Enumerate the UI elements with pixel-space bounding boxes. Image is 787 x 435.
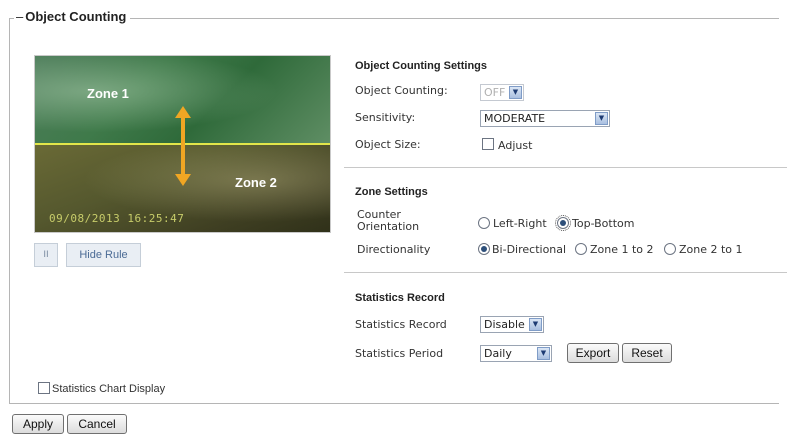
dir-zone-1-to-2-label: Zone 1 to 2 [590,243,654,256]
section-divider [344,272,787,273]
fieldset-title: Object Counting [25,9,127,24]
sensitivity-select[interactable]: MODERATE ▼ [480,110,610,127]
object-counting-value: OFF [484,86,506,99]
video-timestamp: 09/08/2013 16:25:47 [49,212,185,225]
zone-2-label: Zone 2 [235,175,277,190]
orientation-top-bottom-label: Top-Bottom [572,217,635,230]
directionality-label: Directionality [357,243,431,256]
chevron-down-icon: ▼ [509,86,522,99]
statistics-record-select[interactable]: Disable ▼ [480,316,544,333]
counter-orientation-label: Counter Orientation [357,209,419,233]
statistics-period-value: Daily [484,347,512,360]
pause-button[interactable]: II [34,243,58,267]
statistics-record-title: Statistics Record [355,292,445,304]
dir-bi-directional-label: Bi-Directional [492,243,567,256]
counter-orientation-line2: Orientation [357,220,420,233]
object-counting-label: Object Counting: [355,84,448,97]
direction-arrow-icon [175,106,191,186]
pause-icon: II [43,250,49,260]
adjust-label: Adjust [498,139,533,152]
zone-settings-title: Zone Settings [355,186,428,198]
legend-dash: – [16,9,24,24]
dir-bi-directional-radio[interactable] [478,243,490,255]
object-counting-select[interactable]: OFF ▼ [480,84,524,101]
statistics-record-label: Statistics Record [355,318,447,331]
cancel-button[interactable]: Cancel [67,414,127,434]
statistics-chart-display-checkbox[interactable] [38,382,50,394]
orientation-left-right-label: Left-Right [493,217,547,230]
sensitivity-value: MODERATE [484,112,546,125]
video-preview[interactable]: Zone 1 Zone 2 09/08/2013 16:25:47 [34,55,331,233]
apply-button[interactable]: Apply [12,414,64,434]
chevron-down-icon: ▼ [537,347,550,360]
chevron-down-icon: ▼ [529,318,542,331]
statistics-record-value: Disable [484,318,525,331]
statistics-period-select[interactable]: Daily ▼ [480,345,552,362]
object-counting-settings-title: Object Counting Settings [355,60,487,72]
statistics-chart-display-label: Statistics Chart Display [52,383,166,395]
section-divider [344,167,787,168]
export-button[interactable]: Export [567,343,619,363]
fieldset-legend: – Object Counting [14,9,131,24]
object-size-label: Object Size: [355,138,421,151]
zone-1-label: Zone 1 [87,86,129,101]
sensitivity-label: Sensitivity: [355,111,416,124]
orientation-left-right-radio[interactable] [478,217,490,229]
hide-rule-button[interactable]: Hide Rule [66,243,141,267]
dir-zone-2-to-1-label: Zone 2 to 1 [679,243,743,256]
dir-zone-2-to-1-radio[interactable] [664,243,676,255]
reset-button[interactable]: Reset [622,343,672,363]
adjust-checkbox[interactable] [482,138,494,150]
orientation-top-bottom-radio[interactable] [555,215,571,231]
chevron-down-icon: ▼ [595,112,608,125]
statistics-period-label: Statistics Period [355,347,444,360]
dir-zone-1-to-2-radio[interactable] [575,243,587,255]
